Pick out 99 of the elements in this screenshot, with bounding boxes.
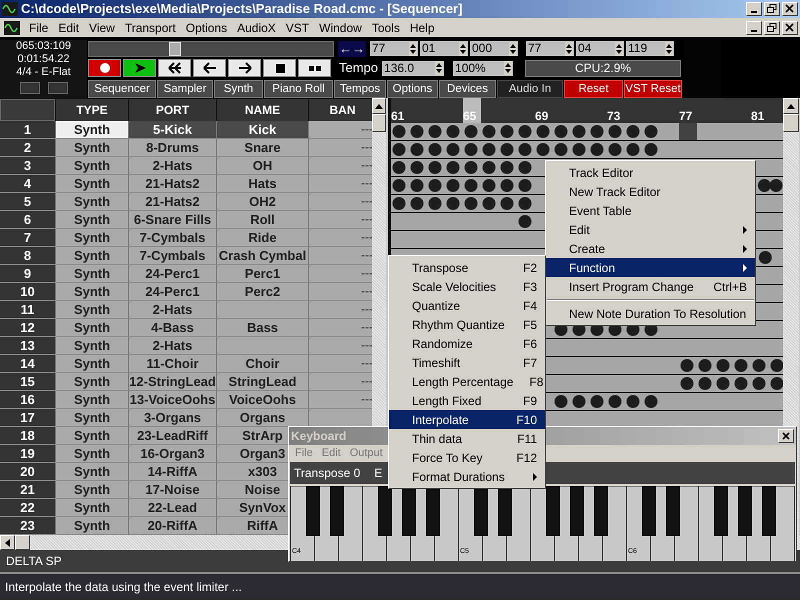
table-cell: Organs	[217, 409, 308, 426]
table-cell: Bass	[217, 319, 308, 336]
row-number: 20	[0, 463, 55, 480]
table-cell: 12-StringLead	[129, 373, 216, 390]
table-cell: Synth	[56, 157, 128, 174]
position-readout: 065:03:109	[16, 40, 72, 53]
table-cell: 22-Lead	[129, 499, 216, 516]
table-cell: 2-Hats	[129, 337, 216, 354]
table-cell: 6-Snare Fills	[129, 211, 216, 228]
table-cell: Synth	[56, 121, 128, 138]
table-cell: 17-Noise	[129, 481, 216, 498]
table-cell: Synth	[56, 337, 128, 354]
table-cell: Synth	[56, 391, 128, 408]
tempo-label: Tempo	[339, 59, 378, 78]
table-cell: OH	[217, 157, 308, 174]
table-cell: 5-Kick	[129, 121, 216, 138]
table-cell: Snare	[217, 139, 308, 156]
table-cell: Synth	[56, 139, 128, 156]
row-number: 16	[0, 391, 55, 408]
table-cell: 20-RiffA	[129, 517, 216, 534]
row-number: 15	[0, 373, 55, 390]
row-number: 4	[0, 175, 55, 192]
table-cell: Perc2	[217, 283, 308, 300]
cpu-meter: CPU:2.9%	[525, 60, 682, 76]
table-cell: 7-Cymbals	[129, 229, 216, 246]
row-number: 23	[0, 517, 55, 534]
table-cell: Synth	[56, 301, 128, 318]
table-cell: Choir	[217, 355, 308, 372]
bar-number: 61	[391, 108, 404, 125]
bar-number: 65	[463, 108, 476, 125]
table-cell: Synth	[56, 229, 128, 246]
row-number: 5	[0, 193, 55, 210]
bar-number: 77	[679, 108, 692, 125]
status-text: Interpolate the data using the event limiter ...	[5, 578, 242, 596]
table-cell: 24-Perc1	[129, 283, 216, 300]
table-cell: Synth	[56, 481, 128, 498]
bar-number: 73	[607, 108, 620, 125]
time-readout: 0:01:54.22	[18, 53, 70, 66]
table-cell: 23-LeadRiff	[129, 427, 216, 444]
bar-number: 81	[751, 108, 764, 125]
row-number: 22	[0, 499, 55, 516]
row-number: 21	[0, 481, 55, 498]
table-cell: Kick	[217, 121, 308, 138]
table-cell: 24-Perc1	[129, 265, 216, 282]
row-number: 10	[0, 283, 55, 300]
table-cell: Synth	[56, 247, 128, 264]
table-cell: 7-Cymbals	[129, 247, 216, 264]
row-number: 18	[0, 427, 55, 444]
row-number: 6	[0, 211, 55, 228]
table-cell: Synth	[56, 499, 128, 516]
table-cell: Synth	[56, 409, 128, 426]
table-cell: Perc1	[217, 265, 308, 282]
table-cell: 11-Choir	[129, 355, 216, 372]
table-cell: 16-Organ3	[129, 445, 216, 462]
table-cell: 21-Hats2	[129, 175, 216, 192]
table-cell: Hats	[217, 175, 308, 192]
bar-number: 69	[535, 108, 548, 125]
table-cell: Crash Cymbal	[217, 247, 308, 264]
table-cell: Synth	[56, 463, 128, 480]
track-footer-label: DELTA SP	[6, 553, 62, 570]
table-cell: 3-Organs	[129, 409, 216, 426]
table-cell: 13-VoiceOohs	[129, 391, 216, 408]
table-cell: Synth	[56, 427, 128, 444]
row-number: 11	[0, 301, 55, 318]
table-cell: 14-RiffA	[129, 463, 216, 480]
row-number: 19	[0, 445, 55, 462]
table-cell: Roll	[217, 211, 308, 228]
table-cell: 2-Hats	[129, 301, 216, 318]
row-number: 12	[0, 319, 55, 336]
row-number: 2	[0, 139, 55, 156]
table-cell: 4-Bass	[129, 319, 216, 336]
table-cell: StringLead	[217, 373, 308, 390]
row-number: 1	[0, 121, 55, 138]
table-cell: OH2	[217, 193, 308, 210]
table-cell: Synth	[56, 517, 128, 534]
table-cell: 21-Hats2	[129, 193, 216, 210]
table-cell: Synth	[56, 355, 128, 372]
row-number: 3	[0, 157, 55, 174]
row-number: 17	[0, 409, 55, 426]
table-cell: Synth	[56, 193, 128, 210]
table-cell: Synth	[56, 265, 128, 282]
table-cell: Synth	[56, 373, 128, 390]
row-number: 14	[0, 355, 55, 372]
table-cell: Synth	[56, 175, 128, 192]
table-cell: 8-Drums	[129, 139, 216, 156]
table-cell: Synth	[56, 445, 128, 462]
row-number: 7	[0, 229, 55, 246]
toolbar-text: E	[374, 464, 382, 482]
row-number: 9	[0, 265, 55, 282]
row-number: 13	[0, 337, 55, 354]
table-cell: Synth	[56, 283, 128, 300]
window-title: C:\dcode\Projects\exe\Media\Projects\Paradise Road.cmc - [Sequencer]	[21, 0, 462, 18]
table-cell: 2-Hats	[129, 157, 216, 174]
signature-key-readout: 4/4 - E-Flat	[16, 66, 71, 79]
table-cell: VoiceOohs	[217, 391, 308, 408]
row-number: 8	[0, 247, 55, 264]
table-cell: Synth	[56, 211, 128, 228]
table-cell: Ride	[217, 229, 308, 246]
table-cell: Synth	[56, 319, 128, 336]
